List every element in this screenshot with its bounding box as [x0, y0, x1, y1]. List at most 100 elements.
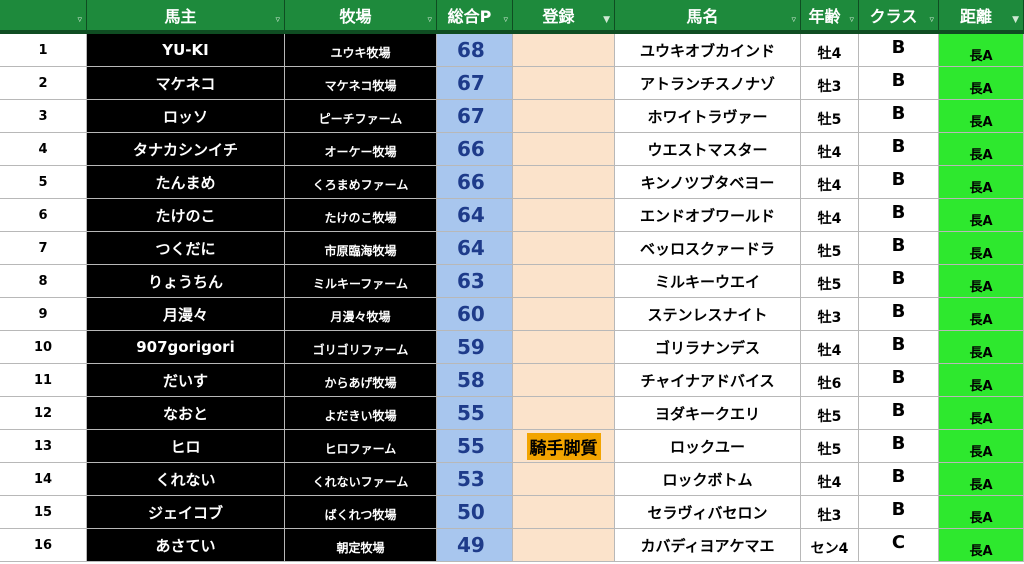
cell-class[interactable]: B: [859, 199, 939, 231]
cell-registration[interactable]: [513, 331, 615, 363]
cell-farm[interactable]: 朝定牧場: [285, 529, 437, 561]
cell-age[interactable]: 牡4: [801, 199, 859, 231]
cell-row-number[interactable]: 2: [0, 67, 87, 99]
cell-farm[interactable]: ヒロファーム: [285, 430, 437, 462]
cell-class[interactable]: C: [859, 529, 939, 561]
filter-icon[interactable]: ▿: [929, 15, 934, 25]
cell-registration[interactable]: [513, 265, 615, 297]
cell-registration[interactable]: [513, 397, 615, 429]
cell-owner[interactable]: つくだに: [87, 232, 285, 264]
cell-registration[interactable]: [513, 67, 615, 99]
cell-horse-name[interactable]: ユウキオブカインド: [615, 34, 801, 66]
cell-distance[interactable]: 長A: [939, 496, 1024, 528]
cell-farm[interactable]: くろまめファーム: [285, 166, 437, 198]
cell-total-points[interactable]: 58: [437, 364, 513, 396]
cell-owner[interactable]: 907gorigori: [87, 331, 285, 363]
cell-row-number[interactable]: 6: [0, 199, 87, 231]
cell-registration[interactable]: [513, 166, 615, 198]
cell-age[interactable]: 牡4: [801, 166, 859, 198]
cell-owner[interactable]: たけのこ: [87, 199, 285, 231]
cell-class[interactable]: B: [859, 67, 939, 99]
cell-registration[interactable]: [513, 199, 615, 231]
cell-total-points[interactable]: 50: [437, 496, 513, 528]
cell-row-number[interactable]: 13: [0, 430, 87, 462]
cell-row-number[interactable]: 10: [0, 331, 87, 363]
cell-age[interactable]: 牡3: [801, 496, 859, 528]
cell-age[interactable]: 牡5: [801, 100, 859, 132]
cell-age[interactable]: 牡3: [801, 67, 859, 99]
cell-total-points[interactable]: 68: [437, 34, 513, 66]
cell-age[interactable]: 牡4: [801, 463, 859, 495]
cell-farm[interactable]: 月漫々牧場: [285, 298, 437, 330]
cell-farm[interactable]: ユウキ牧場: [285, 34, 437, 66]
cell-row-number[interactable]: 9: [0, 298, 87, 330]
cell-registration[interactable]: 騎手脚質: [513, 430, 615, 462]
cell-age[interactable]: 牡5: [801, 265, 859, 297]
cell-class[interactable]: B: [859, 265, 939, 297]
cell-registration[interactable]: [513, 34, 615, 66]
cell-age[interactable]: 牡3: [801, 298, 859, 330]
cell-owner[interactable]: 月漫々: [87, 298, 285, 330]
cell-age[interactable]: 牡4: [801, 34, 859, 66]
cell-total-points[interactable]: 53: [437, 463, 513, 495]
cell-distance[interactable]: 長A: [939, 331, 1024, 363]
cell-distance[interactable]: 長A: [939, 232, 1024, 264]
cell-horse-name[interactable]: アトランチスノナゾ: [615, 67, 801, 99]
cell-class[interactable]: B: [859, 463, 939, 495]
cell-owner[interactable]: あさてい: [87, 529, 285, 561]
cell-class[interactable]: B: [859, 133, 939, 165]
cell-total-points[interactable]: 55: [437, 397, 513, 429]
cell-distance[interactable]: 長A: [939, 166, 1024, 198]
cell-farm[interactable]: たけのこ牧場: [285, 199, 437, 231]
cell-farm[interactable]: くれないファーム: [285, 463, 437, 495]
cell-row-number[interactable]: 7: [0, 232, 87, 264]
filter-icon[interactable]: ▿: [791, 15, 796, 25]
cell-owner[interactable]: YU-KI: [87, 34, 285, 66]
cell-age[interactable]: 牡4: [801, 331, 859, 363]
cell-row-number[interactable]: 4: [0, 133, 87, 165]
cell-owner[interactable]: くれない: [87, 463, 285, 495]
cell-farm[interactable]: ピーチファーム: [285, 100, 437, 132]
filter-icon[interactable]: ▿: [427, 15, 432, 25]
cell-farm[interactable]: からあげ牧場: [285, 364, 437, 396]
cell-row-number[interactable]: 5: [0, 166, 87, 198]
cell-owner[interactable]: りょうちん: [87, 265, 285, 297]
cell-age[interactable]: 牡5: [801, 430, 859, 462]
cell-farm[interactable]: ミルキーファーム: [285, 265, 437, 297]
cell-farm[interactable]: 市原臨海牧場: [285, 232, 437, 264]
cell-owner[interactable]: だいす: [87, 364, 285, 396]
cell-farm[interactable]: よだきい牧場: [285, 397, 437, 429]
cell-age[interactable]: 牡5: [801, 397, 859, 429]
cell-age[interactable]: 牡5: [801, 232, 859, 264]
cell-horse-name[interactable]: ヨダキークエリ: [615, 397, 801, 429]
filter-icon[interactable]: ▿: [503, 15, 508, 25]
cell-horse-name[interactable]: ステンレスナイト: [615, 298, 801, 330]
cell-age[interactable]: セン4: [801, 529, 859, 561]
cell-distance[interactable]: 長A: [939, 67, 1024, 99]
cell-registration[interactable]: [513, 496, 615, 528]
cell-distance[interactable]: 長A: [939, 298, 1024, 330]
cell-owner[interactable]: ヒロ: [87, 430, 285, 462]
cell-total-points[interactable]: 66: [437, 133, 513, 165]
cell-class[interactable]: B: [859, 298, 939, 330]
cell-horse-name[interactable]: ホワイトラヴァー: [615, 100, 801, 132]
cell-total-points[interactable]: 67: [437, 67, 513, 99]
cell-registration[interactable]: [513, 133, 615, 165]
cell-distance[interactable]: 長A: [939, 529, 1024, 561]
cell-distance[interactable]: 長A: [939, 430, 1024, 462]
cell-class[interactable]: B: [859, 166, 939, 198]
cell-farm[interactable]: マケネコ牧場: [285, 67, 437, 99]
cell-owner[interactable]: マケネコ: [87, 67, 285, 99]
cell-class[interactable]: B: [859, 232, 939, 264]
cell-total-points[interactable]: 64: [437, 199, 513, 231]
cell-distance[interactable]: 長A: [939, 34, 1024, 66]
cell-row-number[interactable]: 1: [0, 34, 87, 66]
cell-class[interactable]: B: [859, 34, 939, 66]
cell-class[interactable]: B: [859, 496, 939, 528]
cell-row-number[interactable]: 11: [0, 364, 87, 396]
cell-horse-name[interactable]: ミルキーウエイ: [615, 265, 801, 297]
cell-horse-name[interactable]: キンノツブタベヨー: [615, 166, 801, 198]
cell-registration[interactable]: [513, 529, 615, 561]
cell-row-number[interactable]: 14: [0, 463, 87, 495]
cell-owner[interactable]: ロッソ: [87, 100, 285, 132]
